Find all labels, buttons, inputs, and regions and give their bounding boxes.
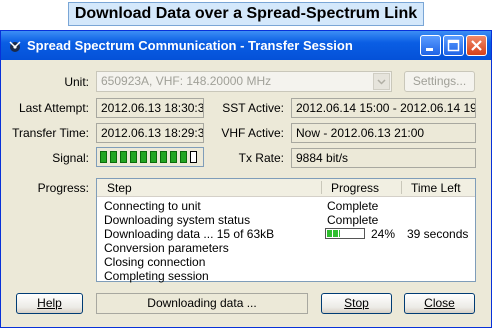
sst-active-value: 2012.06.14 15:00 - 2012.06.14 19:00 bbox=[291, 98, 476, 118]
status-text: Downloading data ... bbox=[96, 293, 308, 314]
download-progress-bar bbox=[325, 228, 365, 239]
progress-list-header: Step Progress Time Left bbox=[97, 179, 475, 197]
progress-cell: Complete bbox=[327, 213, 379, 227]
step-cell: Connecting to unit bbox=[104, 199, 201, 213]
signal-bar bbox=[160, 151, 167, 163]
minimize-button[interactable] bbox=[420, 35, 441, 56]
download-progress-fill bbox=[327, 230, 340, 237]
close-window-button[interactable] bbox=[466, 35, 487, 56]
signal-label: Signal: bbox=[52, 151, 89, 165]
signal-bar bbox=[150, 151, 157, 163]
unit-select[interactable]: 650923A, VHF: 148.20000 MHz bbox=[96, 71, 392, 92]
progress-list[interactable]: Step Progress Time Left Connecting to un… bbox=[96, 178, 476, 283]
title-bar[interactable]: Spread Spectrum Communication - Transfer… bbox=[1, 31, 491, 60]
signal-bar bbox=[140, 151, 147, 163]
step-cell: Completing session bbox=[104, 269, 209, 283]
step-cell: Downloading system status bbox=[104, 213, 251, 227]
stop-label: Stop bbox=[344, 296, 369, 310]
time-left-cell: 39 seconds bbox=[407, 227, 469, 241]
unit-label: Unit: bbox=[64, 75, 89, 89]
close-button[interactable]: Close bbox=[404, 293, 475, 314]
signal-bar bbox=[130, 151, 137, 163]
chevron-down-icon bbox=[377, 79, 386, 85]
signal-bar bbox=[190, 151, 197, 163]
maximize-button[interactable] bbox=[443, 35, 464, 56]
last-attempt-value: 2012.06.13 18:30:36 bbox=[96, 98, 204, 118]
column-header-progress[interactable]: Progress bbox=[331, 181, 379, 195]
progress-percent: 24% bbox=[371, 227, 396, 241]
unit-select-value: 650923A, VHF: 148.20000 MHz bbox=[101, 74, 272, 88]
step-cell: Closing connection bbox=[104, 255, 206, 269]
help-label: Help bbox=[37, 296, 62, 310]
signal-bar bbox=[120, 151, 127, 163]
close-icon bbox=[471, 40, 482, 51]
tx-rate-value: 9884 bit/s bbox=[291, 148, 476, 168]
signal-bar bbox=[170, 151, 177, 163]
column-header-time-left[interactable]: Time Left bbox=[411, 181, 461, 195]
unit-dropdown-button[interactable] bbox=[373, 73, 390, 90]
window-title: Spread Spectrum Communication - Transfer… bbox=[27, 38, 353, 53]
column-separator[interactable] bbox=[321, 181, 322, 194]
minimize-icon bbox=[426, 48, 433, 51]
maximize-icon bbox=[447, 39, 460, 52]
progress-label: Progress: bbox=[37, 181, 89, 195]
page-caption: Download Data over a Spread-Spectrum Lin… bbox=[68, 2, 424, 26]
settings-button[interactable]: Settings... bbox=[404, 71, 475, 92]
column-header-step[interactable]: Step bbox=[107, 181, 132, 195]
transfer-session-window: Spread Spectrum Communication - Transfer… bbox=[0, 30, 492, 328]
signal-bar bbox=[180, 151, 187, 163]
column-separator[interactable] bbox=[401, 181, 402, 194]
vhf-active-label: VHF Active: bbox=[221, 126, 284, 140]
help-button[interactable]: Help bbox=[16, 293, 83, 314]
vhf-active-value: Now - 2012.06.13 21:00 bbox=[291, 123, 476, 143]
antenna-app-icon bbox=[9, 41, 21, 52]
progress-cell: Complete bbox=[327, 199, 379, 213]
tx-rate-label: Tx Rate: bbox=[238, 151, 284, 165]
step-cell: Conversion parameters bbox=[104, 241, 229, 255]
step-cell: Downloading data ... 15 of 63kB bbox=[104, 227, 275, 241]
sst-active-label: SST Active: bbox=[222, 101, 284, 115]
signal-bar bbox=[110, 151, 117, 163]
transfer-time-label: Transfer Time: bbox=[12, 126, 89, 140]
close-label: Close bbox=[424, 296, 455, 310]
signal-strength-meter bbox=[96, 147, 204, 167]
last-attempt-label: Last Attempt: bbox=[18, 101, 89, 115]
signal-bar bbox=[100, 151, 107, 163]
transfer-time-value: 2012.06.13 18:29:31 bbox=[96, 123, 204, 143]
stop-button[interactable]: Stop bbox=[321, 293, 392, 314]
